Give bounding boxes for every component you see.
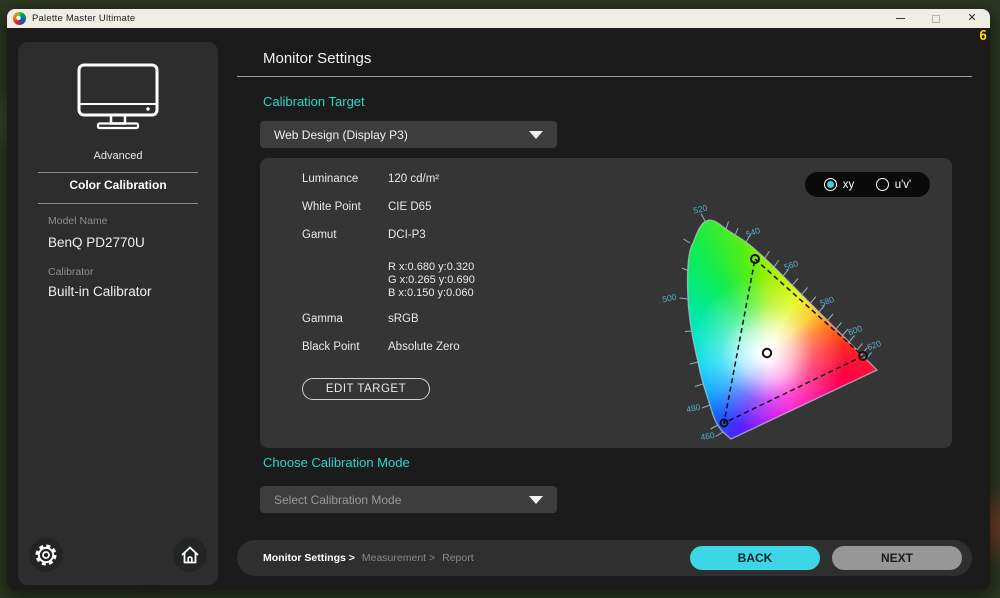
gamut-value: DCI-P3 (388, 229, 426, 241)
radio-uv-circle (876, 178, 889, 191)
radio-selected-dot (827, 181, 834, 188)
black-point-value: Absolute Zero (388, 341, 460, 353)
palette-master-app-icon (13, 12, 26, 25)
radio-xy-circle (824, 178, 837, 191)
gamut-blue-coord: B x:0.150 y:0.060 (388, 287, 475, 300)
gamut-green-coord: G x:0.265 y:0.690 (388, 274, 475, 287)
minimize-button[interactable] (894, 12, 906, 26)
chevron-down-icon (529, 131, 543, 139)
breadcrumb-report: Report (442, 552, 474, 564)
sidebar: Advanced Color Calibration Model Name Be… (18, 42, 218, 585)
white-point-row: White Point CIE D65 (302, 201, 361, 213)
calibration-target-dropdown[interactable]: Web Design (Display P3) (260, 121, 557, 148)
model-name-caption: Model Name (48, 215, 108, 227)
gamut-label: Gamut (302, 229, 337, 241)
calibration-mode-dropdown[interactable]: Select Calibration Mode (260, 486, 557, 513)
gamut-red-coord: R x:0.680 y:0.320 (388, 261, 475, 274)
gamut-row: Gamut DCI-P3 (302, 229, 337, 241)
coordinate-system-toggle: xy u'v' (805, 172, 930, 197)
home-icon (178, 543, 202, 567)
calibration-target-label: Calibration Target (263, 94, 365, 109)
radio-uv-label: u'v' (895, 179, 912, 191)
monitor-icon (70, 62, 166, 136)
gamma-value: sRGB (388, 313, 419, 325)
gamma-label: Gamma (302, 313, 343, 325)
white-point-marker (763, 349, 771, 357)
luminance-value: 120 cd/m² (388, 173, 439, 185)
calibration-mode-label: Choose Calibration Mode (263, 455, 410, 470)
luminance-row: Luminance 120 cd/m² (302, 173, 358, 185)
gear-icon (33, 542, 59, 568)
wavelength-label: 560 (783, 258, 800, 272)
window-title: Palette Master Ultimate (32, 13, 135, 24)
page-title: Monitor Settings (263, 50, 371, 67)
black-point-label: Black Point (302, 341, 360, 353)
target-details-panel: Luminance 120 cd/m² White Point CIE D65 … (260, 158, 952, 448)
overlay-counter: 6 (979, 29, 987, 44)
radio-xy[interactable]: xy (824, 178, 855, 191)
chromaticity-overlay: 520 540 560 580 600 620 500 480 460 (655, 196, 945, 446)
main-content: Monitor Settings Calibration Target Web … (237, 28, 972, 590)
next-button[interactable]: NEXT (832, 546, 962, 570)
settings-button[interactable] (29, 538, 63, 572)
back-button[interactable]: BACK (690, 546, 820, 570)
breadcrumb-monitor-settings: Monitor Settings > (263, 552, 355, 564)
home-button[interactable] (173, 538, 207, 572)
model-name-value: BenQ PD2770U (48, 235, 145, 250)
wavelength-label: 520 (692, 202, 708, 215)
white-point-value: CIE D65 (388, 201, 431, 213)
black-point-row: Black Point Absolute Zero (302, 341, 360, 353)
wavelength-label: 600 (847, 323, 864, 337)
maximize-button[interactable] (930, 12, 942, 26)
wavelength-label: 500 (661, 292, 677, 305)
calibration-target-selected: Web Design (Display P3) (274, 128, 408, 142)
close-button[interactable]: ✕ (966, 12, 978, 26)
wavelength-label: 480 (685, 402, 701, 415)
calibrator-caption: Calibrator (48, 266, 94, 278)
app-window: Palette Master Ultimate ✕ 6 (7, 9, 990, 590)
sidebar-mode-label: Advanced (38, 150, 198, 173)
titlebar: Palette Master Ultimate ✕ (7, 9, 990, 28)
chromaticity-diagram: 520 540 560 580 600 620 500 480 460 (655, 196, 945, 446)
gamma-row: Gamma sRGB (302, 313, 343, 325)
wavelength-label: 620 (866, 338, 883, 352)
wavelength-ticks (680, 214, 872, 437)
luminance-label: Luminance (302, 173, 358, 185)
wavelength-label: 580 (819, 294, 836, 308)
breadcrumb-measurement: Measurement > (362, 552, 435, 564)
radio-uv[interactable]: u'v' (876, 178, 912, 191)
maximize-icon (932, 15, 940, 23)
footer-bar: Monitor Settings > Measurement > Report … (237, 540, 972, 576)
wavelength-label: 540 (745, 225, 762, 239)
chevron-down-icon (529, 496, 543, 504)
calibration-mode-placeholder: Select Calibration Mode (274, 493, 401, 507)
screen: Palette Master Ultimate ✕ 6 (0, 0, 1000, 598)
minimize-icon (896, 18, 905, 19)
calibrator-value: Built-in Calibrator (48, 284, 152, 299)
client-area: Advanced Color Calibration Model Name Be… (7, 28, 990, 590)
white-point-label: White Point (302, 201, 361, 213)
edit-target-button[interactable]: EDIT TARGET (302, 378, 430, 400)
window-controls: ✕ (894, 12, 978, 26)
gamut-coordinates: R x:0.680 y:0.320 G x:0.265 y:0.690 B x:… (388, 261, 475, 300)
close-icon: ✕ (967, 13, 976, 24)
sidebar-section-color-calibration: Color Calibration (38, 178, 198, 204)
wavelength-label: 460 (700, 430, 716, 442)
radio-xy-label: xy (843, 179, 855, 191)
page-header: Monitor Settings (237, 28, 972, 77)
